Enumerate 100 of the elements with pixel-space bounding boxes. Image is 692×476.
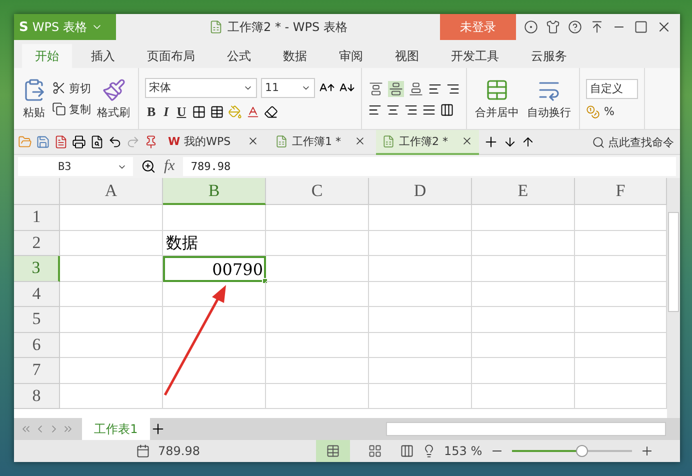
vertical-align-button[interactable] bbox=[388, 80, 404, 96]
table-cell[interactable] bbox=[369, 307, 472, 332]
table-cell[interactable] bbox=[60, 332, 163, 358]
ribbon-tab[interactable]: 开发工具 bbox=[438, 44, 512, 68]
merge-center-button[interactable]: 合并居中 bbox=[473, 78, 521, 120]
column-header[interactable]: F bbox=[575, 178, 667, 205]
new-tab-icon[interactable] bbox=[483, 134, 499, 150]
number-format-dropdown[interactable]: 自定义 bbox=[586, 78, 638, 98]
view-button[interactable] bbox=[316, 440, 350, 462]
table-cell[interactable] bbox=[369, 358, 472, 384]
ribbon-tab[interactable]: 视图 bbox=[382, 44, 432, 68]
justify-icon[interactable] bbox=[422, 102, 436, 116]
row-header[interactable]: 8 bbox=[14, 384, 60, 409]
table-cell[interactable] bbox=[163, 307, 266, 332]
document-tab[interactable]: 工作簿1 * bbox=[269, 130, 372, 154]
shirt-icon[interactable] bbox=[546, 20, 560, 34]
table-cell[interactable] bbox=[472, 256, 575, 282]
table-cell[interactable] bbox=[163, 358, 266, 384]
table-cell[interactable] bbox=[60, 230, 163, 256]
document-tab[interactable]: W 我的WPS bbox=[162, 130, 265, 154]
table-cell[interactable] bbox=[60, 282, 163, 307]
paste-button[interactable]: 粘贴 bbox=[20, 78, 48, 120]
vertical-align-button[interactable] bbox=[368, 80, 384, 96]
pin-icon[interactable] bbox=[144, 135, 158, 149]
table-cell[interactable] bbox=[472, 384, 575, 409]
copy-button[interactable]: 复制 bbox=[52, 102, 91, 116]
column-header[interactable]: C bbox=[266, 178, 369, 205]
font-name-dropdown[interactable]: 宋体 bbox=[145, 78, 257, 98]
scrollbar-thumb[interactable] bbox=[668, 212, 679, 312]
table-cell[interactable] bbox=[369, 256, 472, 282]
select-all-corner[interactable] bbox=[14, 178, 60, 205]
save-icon[interactable] bbox=[36, 135, 50, 149]
vertical-align-button[interactable] bbox=[408, 80, 424, 96]
undo-icon[interactable] bbox=[108, 135, 122, 149]
table-cell[interactable] bbox=[472, 205, 575, 230]
italic-button[interactable]: I bbox=[162, 104, 171, 120]
column-header[interactable]: D bbox=[369, 178, 472, 205]
table-cell[interactable] bbox=[266, 230, 369, 256]
table-cell[interactable] bbox=[472, 332, 575, 358]
align-left-icon[interactable] bbox=[368, 102, 382, 116]
zoom-slider[interactable] bbox=[512, 445, 632, 457]
ribbon-tab[interactable]: 开始 bbox=[22, 44, 72, 68]
zoom-icon[interactable] bbox=[141, 159, 156, 174]
print-icon[interactable] bbox=[72, 135, 86, 149]
table-cell[interactable] bbox=[266, 332, 369, 358]
row-header[interactable]: 3 bbox=[14, 256, 60, 282]
table-cell[interactable] bbox=[266, 256, 369, 282]
table-cell[interactable] bbox=[472, 230, 575, 256]
row-header[interactable]: 1 bbox=[14, 205, 60, 230]
table-cell[interactable]: 00790 bbox=[163, 256, 266, 282]
align-center-icon[interactable] bbox=[386, 102, 400, 116]
table-cell[interactable] bbox=[266, 205, 369, 230]
format-painter-button[interactable]: 格式刷 bbox=[95, 78, 132, 120]
percent-button[interactable]: % bbox=[604, 105, 614, 118]
fill-color-icon[interactable] bbox=[228, 104, 242, 118]
vertical-scrollbar[interactable] bbox=[667, 178, 680, 418]
ribbon-tab[interactable]: 公式 bbox=[214, 44, 264, 68]
ribbon-tab[interactable]: 数据 bbox=[270, 44, 320, 68]
font-size-dropdown[interactable]: 11 bbox=[261, 78, 315, 98]
table-cell[interactable] bbox=[472, 358, 575, 384]
table-cell[interactable] bbox=[60, 307, 163, 332]
slider-thumb[interactable] bbox=[576, 445, 588, 457]
table-cell[interactable] bbox=[163, 332, 266, 358]
clear-format-icon[interactable] bbox=[264, 104, 278, 118]
row-header[interactable]: 4 bbox=[14, 282, 60, 307]
table-cell[interactable] bbox=[266, 384, 369, 409]
table-cell[interactable] bbox=[266, 282, 369, 307]
help-icon[interactable] bbox=[568, 20, 582, 34]
table-cell[interactable] bbox=[60, 358, 163, 384]
row-header[interactable]: 5 bbox=[14, 307, 60, 332]
upload-icon[interactable] bbox=[521, 135, 535, 149]
row-header[interactable]: 6 bbox=[14, 332, 60, 358]
sheet-tab[interactable]: 工作表1 bbox=[82, 418, 150, 440]
table-cell[interactable] bbox=[163, 205, 266, 230]
row-header[interactable]: 7 bbox=[14, 358, 60, 384]
column-header[interactable]: B bbox=[163, 178, 266, 205]
table-cell[interactable] bbox=[266, 307, 369, 332]
table-cell[interactable] bbox=[163, 384, 266, 409]
command-search[interactable]: 点此查找命令 bbox=[592, 134, 680, 150]
table-cell[interactable] bbox=[369, 282, 472, 307]
ribbon-tab[interactable]: 云服务 bbox=[518, 44, 580, 68]
name-box[interactable]: B3 bbox=[18, 157, 133, 176]
formula-input[interactable]: 789.98 bbox=[182, 157, 676, 176]
wrap-text-button[interactable]: 自动换行 bbox=[525, 78, 573, 120]
font-color-icon[interactable] bbox=[246, 104, 260, 118]
table-cell[interactable] bbox=[266, 358, 369, 384]
add-sheet-icon[interactable] bbox=[150, 421, 166, 437]
borders-icon[interactable] bbox=[192, 104, 206, 118]
table-cell[interactable] bbox=[369, 384, 472, 409]
download-icon[interactable] bbox=[503, 135, 517, 149]
ribbon-tab[interactable]: 插入 bbox=[78, 44, 128, 68]
ribbon-tab[interactable]: 页面布局 bbox=[134, 44, 208, 68]
underline-button[interactable]: U bbox=[174, 104, 188, 120]
row-header[interactable]: 2 bbox=[14, 230, 60, 256]
document-tab[interactable]: 工作簿2 * bbox=[376, 130, 479, 154]
pdf-icon[interactable] bbox=[54, 135, 68, 149]
table-cell[interactable]: 数据 bbox=[163, 230, 266, 256]
align-right-icon[interactable] bbox=[404, 102, 418, 116]
print-preview-icon[interactable] bbox=[90, 135, 104, 149]
table-cell[interactable] bbox=[369, 205, 472, 230]
